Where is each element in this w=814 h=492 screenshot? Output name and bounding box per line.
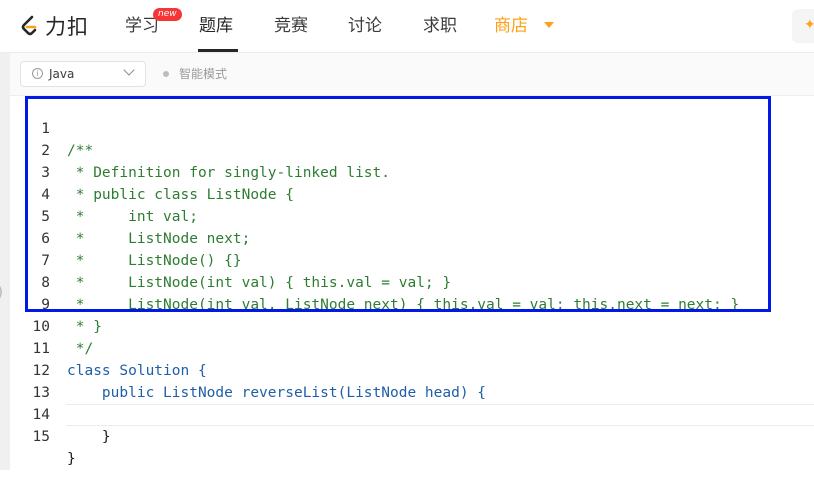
nav-item-discuss[interactable]: 讨论 — [348, 14, 382, 38]
code-line: 11 class Solution { — [10, 316, 814, 379]
nav-item-store[interactable]: 商店 — [494, 14, 528, 38]
new-badge: new — [153, 8, 182, 21]
code-text: } — [67, 429, 111, 445]
language-select[interactable]: i Java — [20, 61, 146, 87]
code-line: 13 — [10, 360, 814, 401]
top-nav: 力扣 学习 new 题库 竞赛 讨论 求职 商店 ✦ — [0, 0, 814, 53]
info-icon: i — [32, 68, 43, 79]
code-line: 3 * public class ListNode { — [10, 140, 814, 203]
collapse-handle-icon[interactable]: ) — [0, 282, 3, 301]
premium-button[interactable]: ✦ — [792, 9, 814, 43]
code-line: 2 * Definition for singly-linked list. — [10, 118, 814, 181]
sparkle-icon: ✦ — [804, 17, 814, 33]
code-line: 5 * ListNode next; — [10, 184, 814, 247]
code-line: 6 * ListNode() {} — [10, 206, 814, 269]
active-tab-indicator — [198, 49, 238, 52]
nav-item-contest[interactable]: 竞赛 — [274, 14, 308, 38]
nav-item-problems[interactable]: 题库 — [199, 14, 233, 38]
logo-text: 力扣 — [45, 15, 89, 39]
smart-mode-toggle[interactable]: 智能模式 — [179, 65, 227, 82]
chevron-down-icon — [123, 64, 135, 76]
code-line: 15 } — [10, 404, 814, 467]
smart-mode-indicator — [163, 71, 169, 77]
language-label: Java — [49, 67, 75, 81]
logo[interactable]: 力扣 — [18, 12, 89, 40]
editor-toolbar: i Java 智能模式 — [10, 53, 814, 96]
line-number: 15 — [32, 429, 50, 445]
code-editor[interactable]: 1 /** 2 * Definition for singly-linked l… — [10, 96, 814, 470]
code-line: 12 public ListNode reverseList(ListNode … — [10, 338, 814, 401]
code-line: 4 * int val; — [10, 162, 814, 225]
code-line: 1 /** — [10, 96, 814, 159]
code-line: 9 * } — [10, 272, 814, 335]
chevron-down-icon[interactable] — [544, 22, 554, 28]
code-line: 14 } — [10, 382, 814, 445]
code-line: 7 * ListNode(int val) { this.val = val; … — [10, 228, 814, 291]
nav-item-jobs[interactable]: 求职 — [423, 14, 457, 38]
left-panel-edge — [0, 53, 10, 470]
code-line: 10 */ — [10, 294, 814, 357]
code-line: 8 * ListNode(int val, ListNode next) { t… — [10, 250, 814, 313]
code-text: } — [67, 451, 76, 467]
leetcode-logo-icon — [21, 15, 37, 36]
